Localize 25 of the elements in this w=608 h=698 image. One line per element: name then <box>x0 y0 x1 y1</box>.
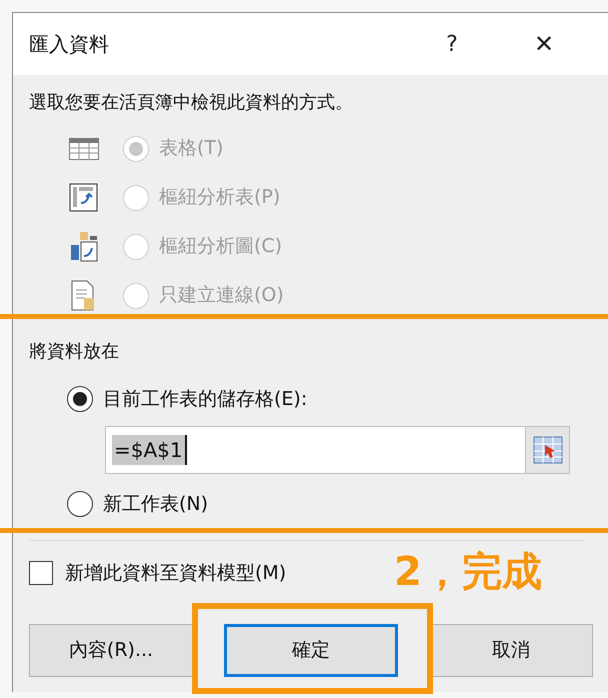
annotation-text: 2，完成 <box>394 552 542 592</box>
option-label: 表格(T) <box>159 136 224 162</box>
field-value: =$A$1 <box>112 434 187 464</box>
table-icon <box>69 138 99 160</box>
help-button[interactable]: ? <box>432 28 472 60</box>
option-label: 樞紐分析圖(C) <box>159 234 282 260</box>
close-button[interactable]: ✕ <box>514 26 574 62</box>
cell-picker-button[interactable] <box>525 426 569 472</box>
pivot-chart-icon <box>69 230 99 262</box>
pivot-table-icon <box>69 182 99 212</box>
option-label: 只建立連線(O) <box>159 283 284 308</box>
section-heading: 將資料放在 <box>29 340 120 364</box>
option-label: 目前工作表的儲存格(E): <box>103 387 308 412</box>
option-label: 樞紐分析表(P) <box>159 185 280 210</box>
radio-button[interactable] <box>67 490 93 517</box>
checkbox-label: 新增此資料至資料模型(M) <box>65 561 286 586</box>
grid-icon <box>532 436 562 464</box>
cell-reference-field[interactable]: =$A$1 <box>105 426 570 474</box>
section-heading: 選取您要在活頁簿中檢視此資料的方式。 <box>29 91 354 115</box>
window-title: 匯入資料 <box>29 31 109 58</box>
option-label: 新工作表(N) <box>103 492 208 516</box>
dialog-button[interactable]: 確定 <box>224 624 398 676</box>
checkbox[interactable] <box>29 561 53 586</box>
dialog-button[interactable]: 內容(R)... <box>29 624 193 676</box>
radio-button[interactable] <box>67 386 93 412</box>
